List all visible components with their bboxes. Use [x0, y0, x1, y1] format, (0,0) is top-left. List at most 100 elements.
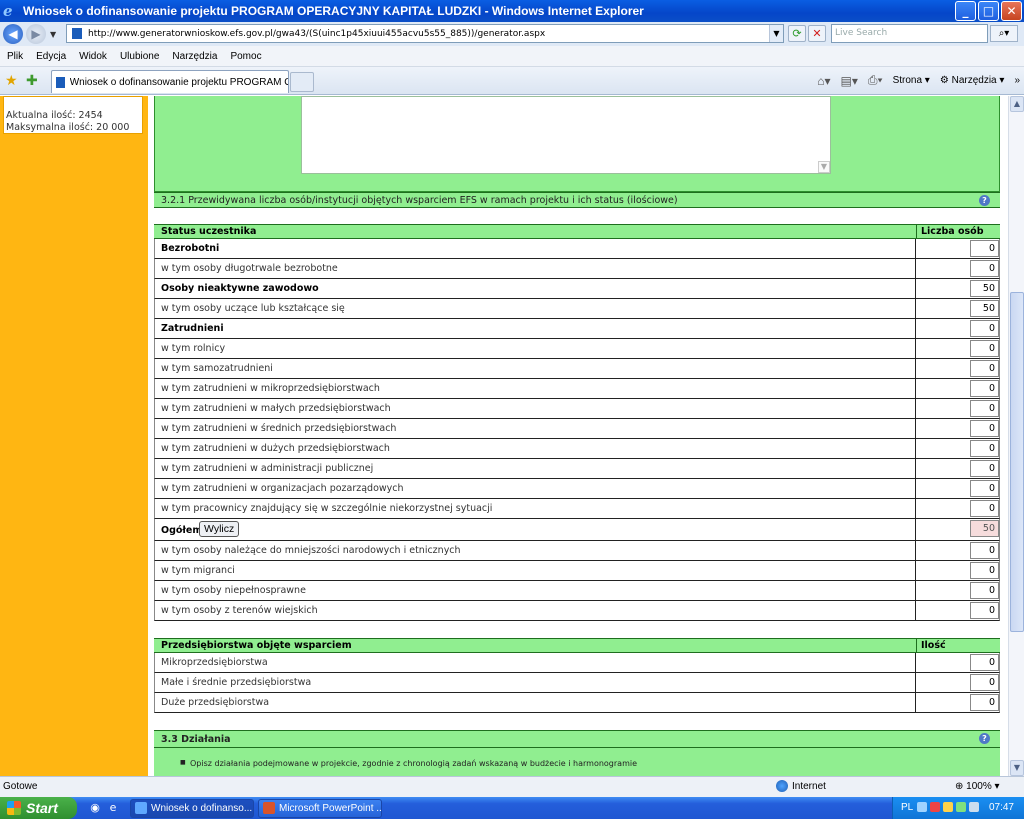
count-input[interactable]: 0	[970, 320, 999, 337]
table-row: Bezrobotni 0	[154, 239, 1000, 259]
status-bar: Gotowe Internet ⊕ 100% ▾	[0, 776, 1024, 797]
count-input[interactable]: 0	[970, 582, 999, 599]
row-label: w tym zatrudnieni w małych przedsiębiors…	[161, 403, 391, 414]
menu-edit[interactable]: Edycja	[36, 51, 66, 62]
page-menu[interactable]: Strona ▾	[893, 75, 930, 86]
count-input[interactable]: 0	[970, 360, 999, 377]
count-input[interactable]: 0	[970, 500, 999, 517]
section-33-title: 3.3 Działania	[161, 734, 231, 745]
menu-file[interactable]: Plik	[7, 51, 23, 62]
help-icon[interactable]: ?	[979, 733, 990, 744]
address-bar[interactable]: http://www.generatorwnioskow.efs.gov.pl/…	[66, 24, 784, 43]
count-input[interactable]: 0	[970, 460, 999, 477]
home-icon[interactable]: ⌂▾	[817, 74, 830, 88]
count-input[interactable]: 0	[970, 240, 999, 257]
search-input[interactable]: Live Search	[831, 24, 988, 43]
count-input[interactable]: 0	[970, 400, 999, 417]
tools-menu[interactable]: ⚙ Narzędzia ▾	[940, 75, 1005, 86]
close-button[interactable]: ✕	[1001, 1, 1022, 21]
tab-active[interactable]: Wniosek o dofinansowanie projektu PROGRA…	[51, 70, 289, 93]
menu-favorites[interactable]: Ulubione	[120, 51, 159, 62]
count-input[interactable]: 0	[970, 340, 999, 357]
forward-button[interactable]: ▶	[26, 24, 46, 44]
value-cell: 0	[915, 459, 1000, 478]
count-input[interactable]: 0	[970, 654, 999, 671]
ie-quicklaunch-icon[interactable]: e	[106, 801, 120, 815]
menu-tools[interactable]: Narzędzia	[172, 51, 217, 62]
count-input[interactable]: 50	[970, 280, 999, 297]
count-input[interactable]: 0	[970, 480, 999, 497]
count-input[interactable]: 0	[970, 542, 999, 559]
value-cell: 0	[915, 499, 1000, 518]
refresh-button[interactable]: ⟳	[788, 25, 806, 42]
address-row: ◀ ▶ ▼ http://www.generatorwnioskow.efs.g…	[0, 22, 1024, 46]
search-button[interactable]: ⌕▾	[990, 25, 1018, 42]
table-row: w tym zatrudnieni w mikroprzedsiębiorstw…	[154, 379, 1000, 399]
row-label: w tym zatrudnieni w mikroprzedsiębiorstw…	[161, 383, 380, 394]
start-button[interactable]: Start	[0, 797, 77, 819]
minimize-button[interactable]: _	[955, 1, 976, 21]
table-row: w tym osoby niepełnosprawne 0	[154, 581, 1000, 601]
print-icon[interactable]: ⎙▾	[868, 73, 883, 88]
volume-icon[interactable]	[943, 802, 953, 812]
textarea-scroll-down-icon[interactable]: ▼	[818, 161, 830, 173]
table-row: Zatrudnieni 0	[154, 319, 1000, 339]
count-input[interactable]: 0	[970, 380, 999, 397]
chevron-more-icon[interactable]: »	[1014, 75, 1020, 86]
security-alert-icon[interactable]	[930, 802, 940, 812]
count-input[interactable]: 0	[970, 420, 999, 437]
row-label: Zatrudnieni	[161, 323, 224, 334]
count-input[interactable]: 0	[970, 260, 999, 277]
language-indicator[interactable]: PL	[901, 802, 913, 813]
calculate-button[interactable]: Wylicz	[199, 521, 240, 537]
new-tab-button[interactable]	[290, 72, 314, 92]
count-input[interactable]: 0	[970, 562, 999, 579]
task-ie-label: Wniosek o dofinanso...	[151, 803, 253, 814]
task-ie[interactable]: Wniosek o dofinanso...	[130, 799, 254, 818]
update-icon[interactable]	[956, 802, 966, 812]
menu-help[interactable]: Pomoc	[230, 51, 261, 62]
address-url[interactable]: http://www.generatorwnioskow.efs.gov.pl/…	[88, 29, 545, 39]
history-dropdown-icon[interactable]: ▼	[50, 30, 56, 39]
enterprises-table-header: Przedsiębiorstwa objęte wsparciem Ilość	[154, 638, 1000, 653]
menu-view[interactable]: Widok	[79, 51, 107, 62]
row-label: w tym zatrudnieni w administracji public…	[161, 463, 374, 474]
network-icon[interactable]	[917, 802, 927, 812]
help-icon[interactable]: ?	[979, 195, 990, 206]
count-input[interactable]: 0	[970, 440, 999, 457]
value-cell: 0	[915, 319, 1000, 338]
scroll-thumb[interactable]	[1010, 292, 1024, 632]
col-count: Liczba osób	[916, 225, 984, 238]
maximize-button[interactable]: □	[978, 1, 999, 21]
count-input[interactable]: 0	[970, 694, 999, 711]
status-text: Gotowe	[3, 781, 38, 792]
table-row: w tym zatrudnieni w małych przedsiębiors…	[154, 399, 1000, 419]
show-desktop-icon[interactable]: ◉	[88, 801, 102, 815]
zoom-control[interactable]: ⊕ 100% ▾	[955, 781, 1000, 792]
count-input[interactable]: 50	[970, 300, 999, 317]
feeds-icon[interactable]: ▤▾	[841, 74, 858, 88]
tray-app-icon[interactable]	[969, 802, 979, 812]
add-favorites-icon[interactable]: ✚	[26, 73, 38, 89]
favorites-star-icon[interactable]: ★	[5, 73, 18, 89]
scroll-down-icon[interactable]: ▼	[1010, 760, 1024, 776]
table-row: w tym osoby należące do mniejszości naro…	[154, 541, 1000, 561]
scroll-up-icon[interactable]: ▲	[1010, 96, 1024, 112]
table-row: w tym pracownicy znajdujący się w szczeg…	[154, 499, 1000, 519]
back-button[interactable]: ◀	[3, 24, 23, 44]
row-label: Osoby nieaktywne zawodowo	[161, 283, 319, 294]
count-input[interactable]: 0	[970, 674, 999, 691]
vertical-scrollbar[interactable]: ▲ ▼	[1008, 96, 1024, 776]
row-label: w tym osoby należące do mniejszości naro…	[161, 545, 461, 556]
value-cell: 50	[915, 299, 1000, 318]
stop-button[interactable]: ✕	[808, 25, 826, 42]
task-powerpoint[interactable]: Microsoft PowerPoint ...	[258, 799, 382, 818]
page-icon	[72, 28, 82, 39]
address-dropdown-icon[interactable]: ▼	[769, 25, 783, 42]
count-input[interactable]: 0	[970, 602, 999, 619]
description-textarea[interactable]: ▼	[301, 96, 831, 174]
row-label: Mikroprzedsiębiorstwa	[161, 657, 268, 668]
form-main: ▼ 3.2.1 Przewidywana liczba osób/instytu…	[154, 96, 1000, 776]
participants-table: Status uczestnika Liczba osób Bezrobotni…	[154, 224, 1000, 621]
enterprises-table: Przedsiębiorstwa objęte wsparciem Ilość …	[154, 638, 1000, 713]
